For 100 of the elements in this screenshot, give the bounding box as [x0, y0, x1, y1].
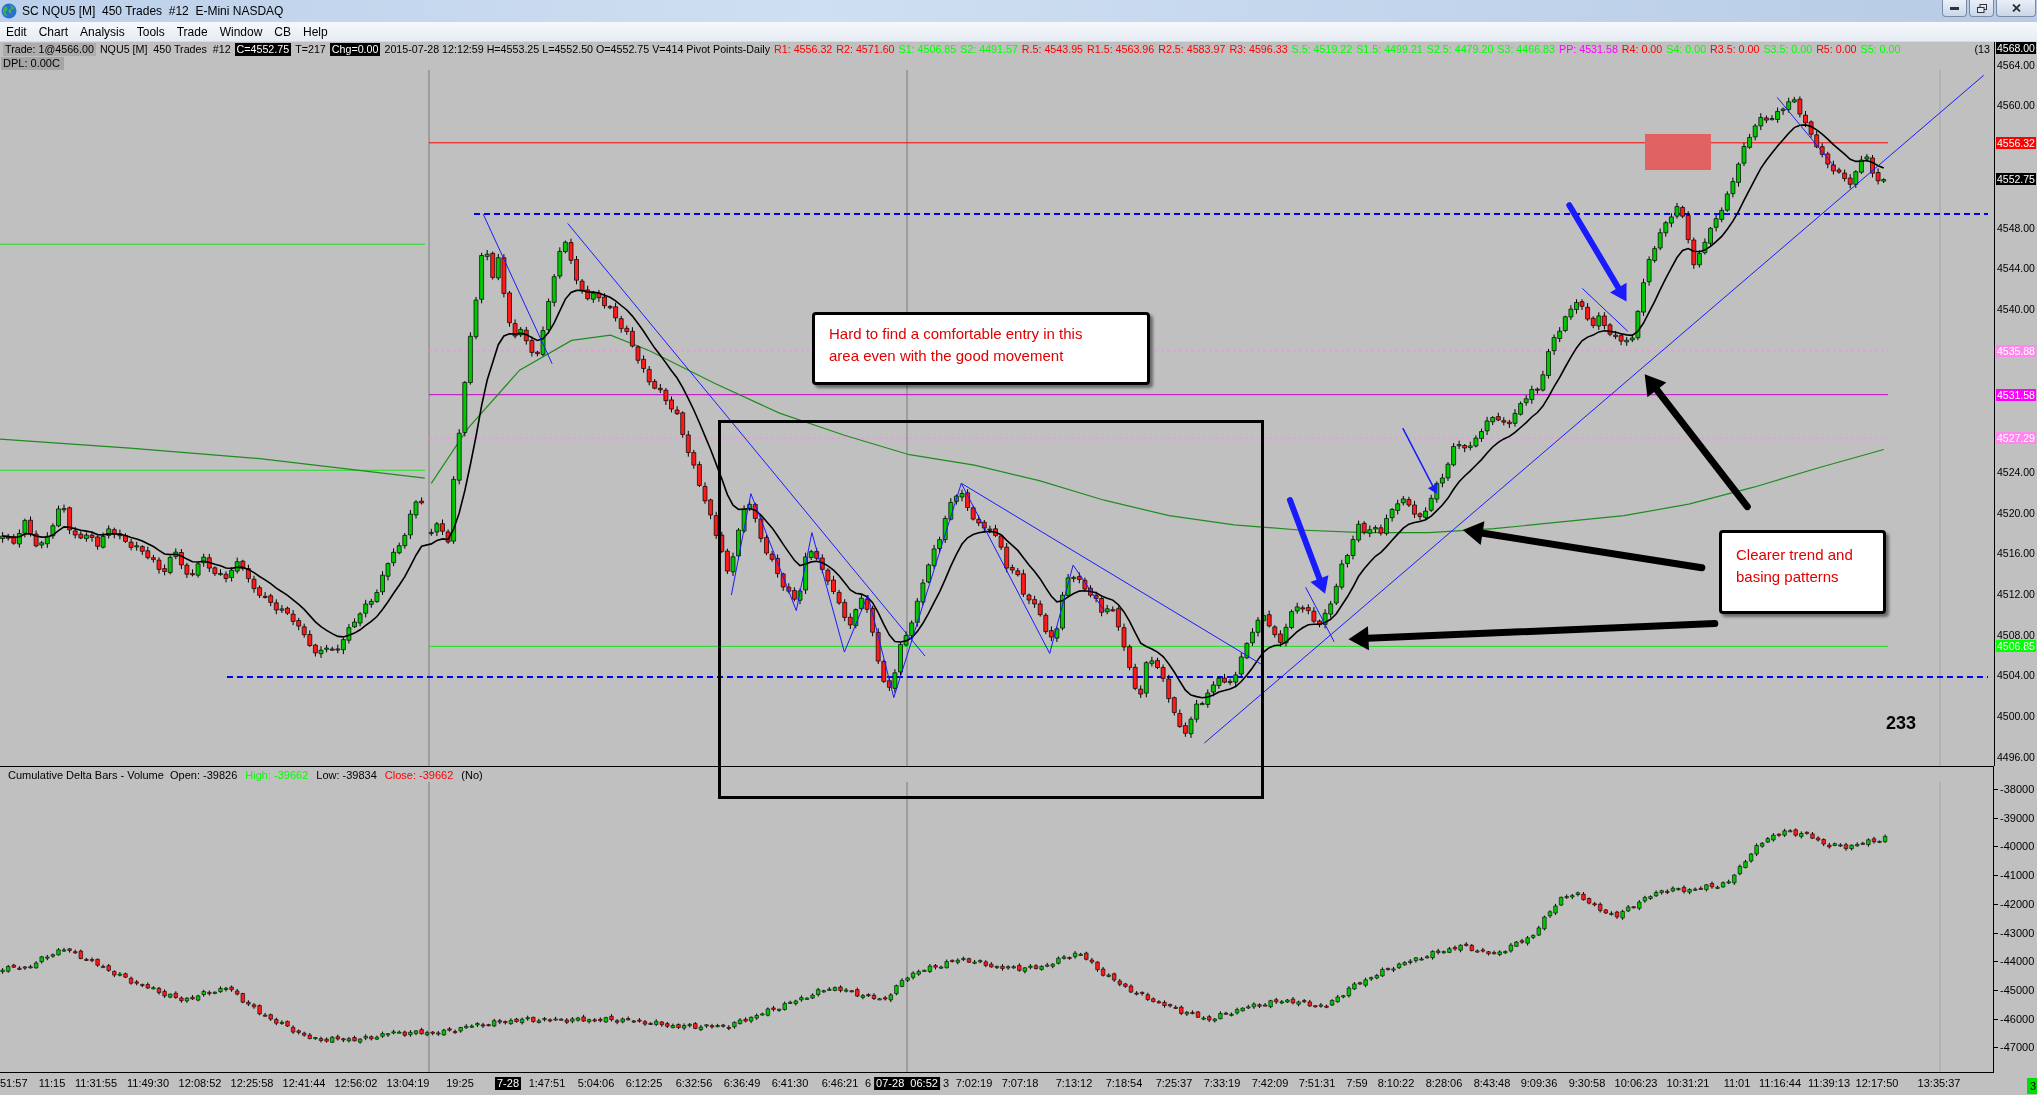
- menu-item[interactable]: Chart: [32, 22, 75, 41]
- time-tick-label: 7:59: [1345, 1077, 1369, 1090]
- pivot-level: R3: 4596.33: [1229, 43, 1288, 56]
- pivot-level: R1.5: 4563.96: [1087, 43, 1155, 56]
- price-tick-label: 4544.00: [1996, 262, 2036, 275]
- pivot-level: R3.5: 0.00: [1710, 43, 1760, 56]
- time-tick-label: 7:02:19: [954, 1077, 994, 1090]
- price-marker-label: 4531.58: [1996, 388, 2036, 401]
- delta-tick-label: -42000: [1999, 897, 2036, 910]
- menu-item[interactable]: Analysis: [74, 22, 131, 41]
- pivot-level: S2: 4491.57: [960, 43, 1018, 56]
- menu-item[interactable]: Window: [213, 22, 269, 41]
- time-cursor-label: 7-28: [495, 1077, 521, 1090]
- pivot-level: R4: 0.00: [1621, 43, 1663, 56]
- study-legend-text: Low: -39834: [316, 768, 377, 781]
- restore-icon: [1976, 3, 1987, 13]
- quote-info: T=217: [295, 43, 326, 56]
- time-tick-label: 7:51:31: [1297, 1077, 1337, 1090]
- price-tick-label: 4500.00: [1996, 710, 2036, 723]
- annotation-arrow: [1402, 427, 1438, 494]
- pivot-level: S3.5: 0.00: [1763, 43, 1813, 56]
- close-button[interactable]: [1996, 0, 2036, 17]
- delta-tick-label: -40000: [1999, 840, 2036, 853]
- price-tick-label: 4540.00: [1996, 302, 2036, 315]
- pivot-level: S1: 4506.85: [898, 43, 957, 56]
- study-legend-text: Cumulative Delta Bars - Volume Open: -39826: [8, 768, 238, 781]
- time-tick-label: 8:28:06: [1424, 1077, 1464, 1090]
- trade-info: Trade: 1@4566.00: [3, 43, 96, 56]
- pivot-level: S5: 0.00: [1860, 43, 1901, 56]
- pivot-level: R2.5: 4583.97: [1158, 43, 1226, 56]
- price-marker-label: 4568.00: [1996, 42, 2036, 54]
- price-marker-label: 4535.88: [1996, 344, 2036, 357]
- price-marker-label: 4527.29: [1996, 432, 2036, 445]
- price-tick-label: 4520.00: [1996, 506, 2036, 519]
- time-tick-label: 12:25:58: [229, 1077, 275, 1090]
- minimize-icon: [1950, 6, 1959, 10]
- pivot-level: S1.5: 4499.21: [1356, 43, 1423, 56]
- globe-icon: [1, 3, 17, 19]
- pivot-level: S4: 0.00: [1666, 43, 1707, 56]
- pivot-level: R2: 4571.60: [836, 43, 895, 56]
- time-tick-label: 5:04:06: [576, 1077, 616, 1090]
- callout-note: Hard to find a comfortable entry in this area even with the good movement: [812, 312, 1150, 385]
- time-tick-label: 7:25:37: [1154, 1077, 1194, 1090]
- time-tick-label: 9:30:58: [1567, 1077, 1607, 1090]
- time-tick-label: 7:07:18: [1000, 1077, 1040, 1090]
- time-tick-label: 13:35:37: [1916, 1077, 1962, 1090]
- price-marker-label: 4552.75: [1996, 173, 2036, 186]
- time-tick-label: 11:16:44: [1758, 1077, 1802, 1090]
- price-marker-label: 4556.32: [1996, 136, 2036, 149]
- quote-value: C=4552.75: [234, 43, 292, 56]
- study-count: (13: [1974, 43, 1991, 56]
- time-tick-label: 6:32:56: [674, 1077, 714, 1090]
- time-tick-label: 6:46:21: [820, 1077, 860, 1090]
- restore-button[interactable]: [1969, 0, 1994, 17]
- price-tick-label: 4548.00: [1996, 221, 2036, 234]
- bar-count-label: 233: [1886, 713, 1917, 734]
- time-tick-label: 51:57: [0, 1077, 29, 1090]
- time-tick-label: 7:18:54: [1104, 1077, 1144, 1090]
- price-tick-label: 4524.00: [1996, 465, 2036, 478]
- menu-item[interactable]: Trade: [170, 22, 214, 41]
- time-tick-label: 10:06:23: [1613, 1077, 1659, 1090]
- pivot-level: R1: 4556.32: [774, 43, 833, 56]
- menu-item[interactable]: CB: [268, 22, 297, 41]
- close-icon: [2011, 4, 2021, 12]
- price-tick-label: 4560.00: [1996, 99, 2036, 112]
- quote-value: Chg=0.00: [329, 43, 381, 56]
- menu-item[interactable]: Edit: [0, 22, 33, 41]
- menu-item[interactable]: Tools: [130, 22, 171, 41]
- pivot-level: R.5: 4543.95: [1021, 43, 1084, 56]
- pivot-level: PP: 4531.58: [1559, 43, 1618, 56]
- delta-tick-label: -44000: [1999, 955, 2036, 968]
- pivot-level: S3: 4466.83: [1497, 43, 1555, 56]
- time-tick-label: 12:08:52: [177, 1077, 223, 1090]
- dpl-label: DPL: 0.00C: [1, 57, 64, 70]
- time-tick-label: 10:31:21: [1665, 1077, 1711, 1090]
- delta-tick-label: -38000: [1999, 783, 2036, 795]
- quote-info: NQU5 [M] 450 Trades #12: [99, 43, 231, 56]
- price-tick-label: 4512.00: [1996, 587, 2036, 600]
- menu-item[interactable]: Help: [297, 22, 334, 41]
- time-tick-label: 12:41:44: [281, 1077, 327, 1090]
- time-tick-label: 6: [863, 1077, 873, 1090]
- time-tick-label: 12:17:50: [1854, 1077, 1900, 1090]
- time-tick-label: 7:42:09: [1250, 1077, 1290, 1090]
- delta-tick-label: -47000: [1999, 1041, 2036, 1054]
- study-legend-text: (No): [461, 768, 483, 781]
- status-badge: 3: [2027, 1078, 2037, 1094]
- time-tick-label: 6:12:25: [624, 1077, 664, 1090]
- time-tick-label: 7:33:19: [1202, 1077, 1242, 1090]
- window-title: SC NQU5 [M] 450 Trades #12 E-Mini NASDAQ: [22, 4, 284, 18]
- price-tick-label: 4508.00: [1996, 628, 2036, 641]
- time-tick-label: 8:43:48: [1472, 1077, 1512, 1090]
- price-tick-label: 4496.00: [1996, 750, 2036, 763]
- time-tick-label: 12:56:02: [333, 1077, 379, 1090]
- study-legend-text: Close: -39662: [384, 768, 454, 781]
- price-tick-label: 4516.00: [1996, 547, 2036, 560]
- time-tick-label: 6:36:49: [722, 1077, 762, 1090]
- minimize-button[interactable]: [1942, 0, 1967, 17]
- time-tick-label: 8:10:22: [1376, 1077, 1416, 1090]
- price-tick-label: 4504.00: [1996, 669, 2036, 682]
- time-tick-label: 13:04:19: [385, 1077, 431, 1090]
